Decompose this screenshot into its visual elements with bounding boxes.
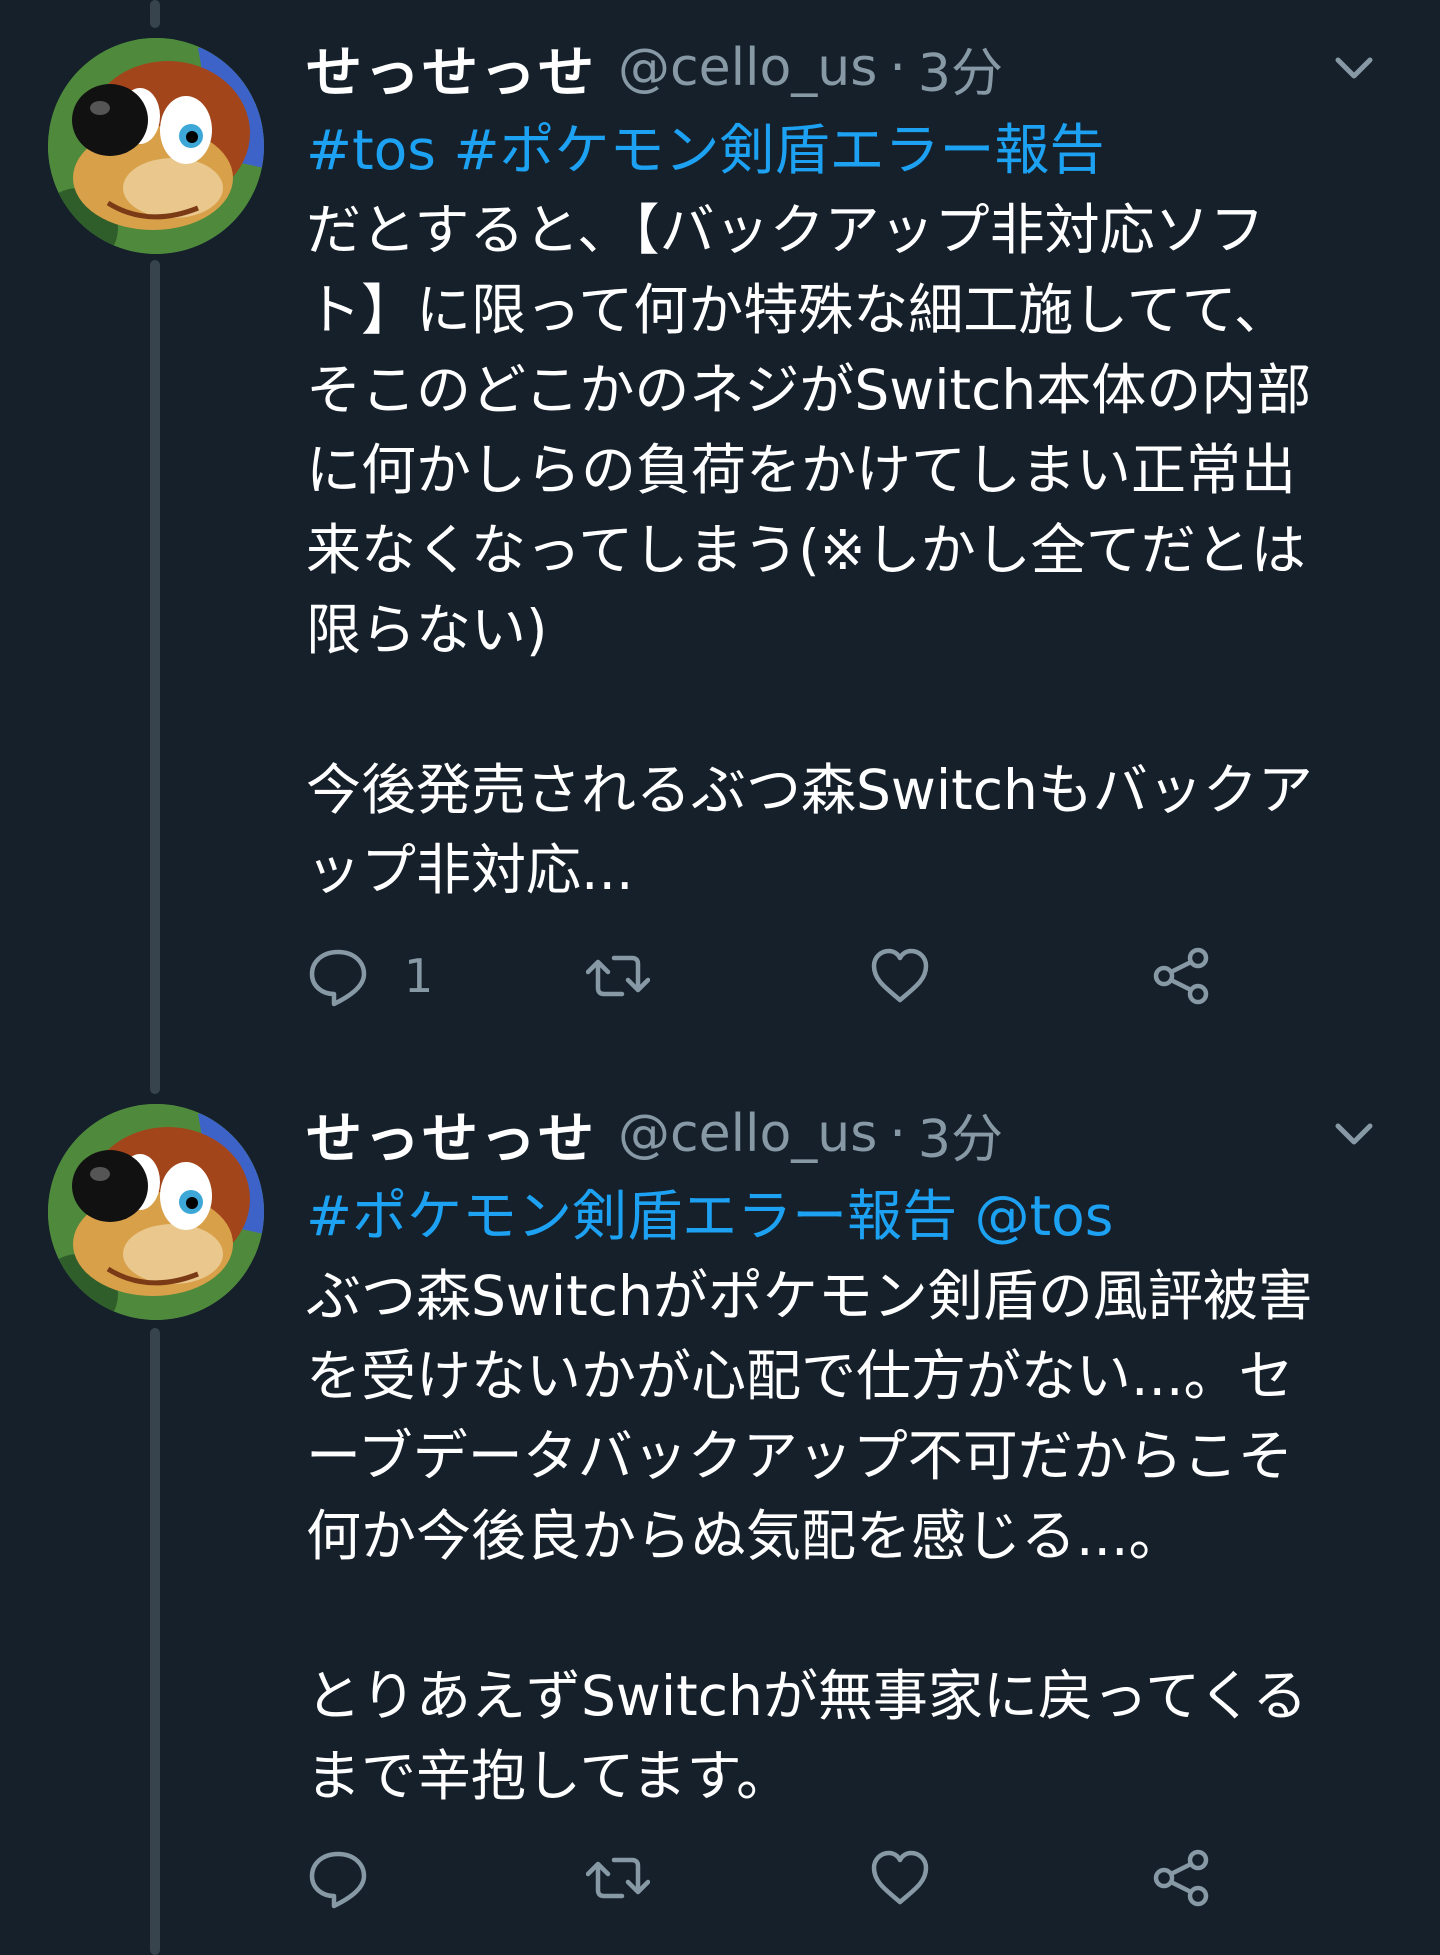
mention-link[interactable]: @tos: [975, 1184, 1114, 1248]
text-line: 来なくなってしまう(※しかし全てだとは: [306, 518, 1306, 582]
like-icon: [871, 948, 929, 1003]
text-line: そこのどこかのネジがSwitch本体の内部: [306, 358, 1312, 422]
text-line: ップ非対応...: [306, 838, 634, 902]
timestamp[interactable]: 3分: [918, 31, 1003, 106]
text-line: 何か今後良からぬ気配を感じる...。: [306, 1504, 1184, 1568]
share-button[interactable]: [1150, 936, 1214, 1016]
hashtag-line: #tos #ポケモン剣盾エラー報告: [306, 110, 1416, 190]
like-icon: [871, 1850, 929, 1905]
tweet-header: せっせっせ @cello_us · 3分: [306, 1094, 1400, 1174]
text-line: に何かしらの負荷をかけてしまい正常出: [306, 438, 1297, 502]
avatar[interactable]: [48, 1104, 264, 1320]
spacer-text: [436, 118, 453, 182]
text-line: ト】に限って何か特殊な細工施してて、: [306, 278, 1289, 342]
retweet-icon: [586, 1857, 650, 1899]
separator-dot: ·: [889, 1104, 906, 1164]
text-line: とりあえずSwitchが無事家に戻ってくる: [306, 1664, 1308, 1728]
hashtag-line: #ポケモン剣盾エラー報告 @tos: [306, 1176, 1416, 1256]
reply-icon: [309, 949, 367, 1007]
text-line: 今後発売されるぶつ森Switchもバックア: [306, 758, 1313, 822]
avatar-image: [48, 1104, 264, 1320]
retweet-button[interactable]: [586, 1838, 650, 1918]
reply-button[interactable]: [306, 1838, 404, 1918]
hashtag-link[interactable]: #ポケモン剣盾エラー報告: [306, 1184, 957, 1248]
timeline-feed: せっせっせ @cello_us · 3分 #tos #ポケモン剣盾エラー報告 だ…: [0, 0, 1440, 1955]
user-handle[interactable]: @cello_us: [618, 1104, 877, 1164]
share-icon: [1153, 1849, 1209, 1907]
text-line: まで辛抱してます。: [306, 1744, 792, 1808]
tweet-header: せっせっせ @cello_us · 3分: [306, 28, 1400, 108]
text-line: ーブデータバックアップ不可だからこそ: [306, 1424, 1293, 1488]
avatar[interactable]: [48, 38, 264, 254]
reply-icon: [309, 1851, 367, 1909]
user-handle[interactable]: @cello_us: [618, 38, 877, 98]
text-line: ぶつ森Switchがポケモン剣盾の風評被害: [306, 1264, 1313, 1328]
display-name[interactable]: せっせっせ: [306, 28, 596, 109]
retweet-icon: [586, 955, 650, 997]
reply-count: 1: [404, 949, 434, 1003]
tweet-text: #tos #ポケモン剣盾エラー報告 だとすると、【バックアップ非対応ソフ ト】に…: [306, 110, 1416, 910]
tweet[interactable]: せっせっせ @cello_us · 3分 #ポケモン剣盾エラー報告 @tos ぶ…: [0, 1070, 1440, 1955]
hashtag-link[interactable]: #ポケモン剣盾エラー報告: [453, 118, 1104, 182]
retweet-button[interactable]: [586, 936, 650, 1016]
text-line: だとすると、【バックアップ非対応ソフ: [306, 198, 1265, 262]
share-icon: [1153, 947, 1209, 1005]
timestamp[interactable]: 3分: [918, 1097, 1003, 1172]
tweet-text: #ポケモン剣盾エラー報告 @tos ぶつ森Switchがポケモン剣盾の風評被害 …: [306, 1176, 1416, 1816]
text-line: 限らない): [306, 598, 548, 662]
like-button[interactable]: [868, 1838, 932, 1918]
reply-button[interactable]: 1: [306, 936, 433, 1016]
share-button[interactable]: [1150, 1838, 1214, 1918]
tweet[interactable]: せっせっせ @cello_us · 3分 #tos #ポケモン剣盾エラー報告 だ…: [0, 0, 1440, 1080]
like-button[interactable]: [868, 936, 932, 1016]
text-line: を受けないかが心配で仕方がない...。セ: [306, 1344, 1294, 1408]
display-name[interactable]: せっせっせ: [306, 1094, 596, 1175]
avatar-image: [48, 38, 264, 254]
hashtag-link[interactable]: #tos: [306, 118, 436, 182]
chevron-down-icon[interactable]: [1330, 1110, 1378, 1158]
separator-dot: ·: [889, 38, 906, 98]
spacer-text: [957, 1184, 974, 1248]
chevron-down-icon[interactable]: [1330, 44, 1378, 92]
